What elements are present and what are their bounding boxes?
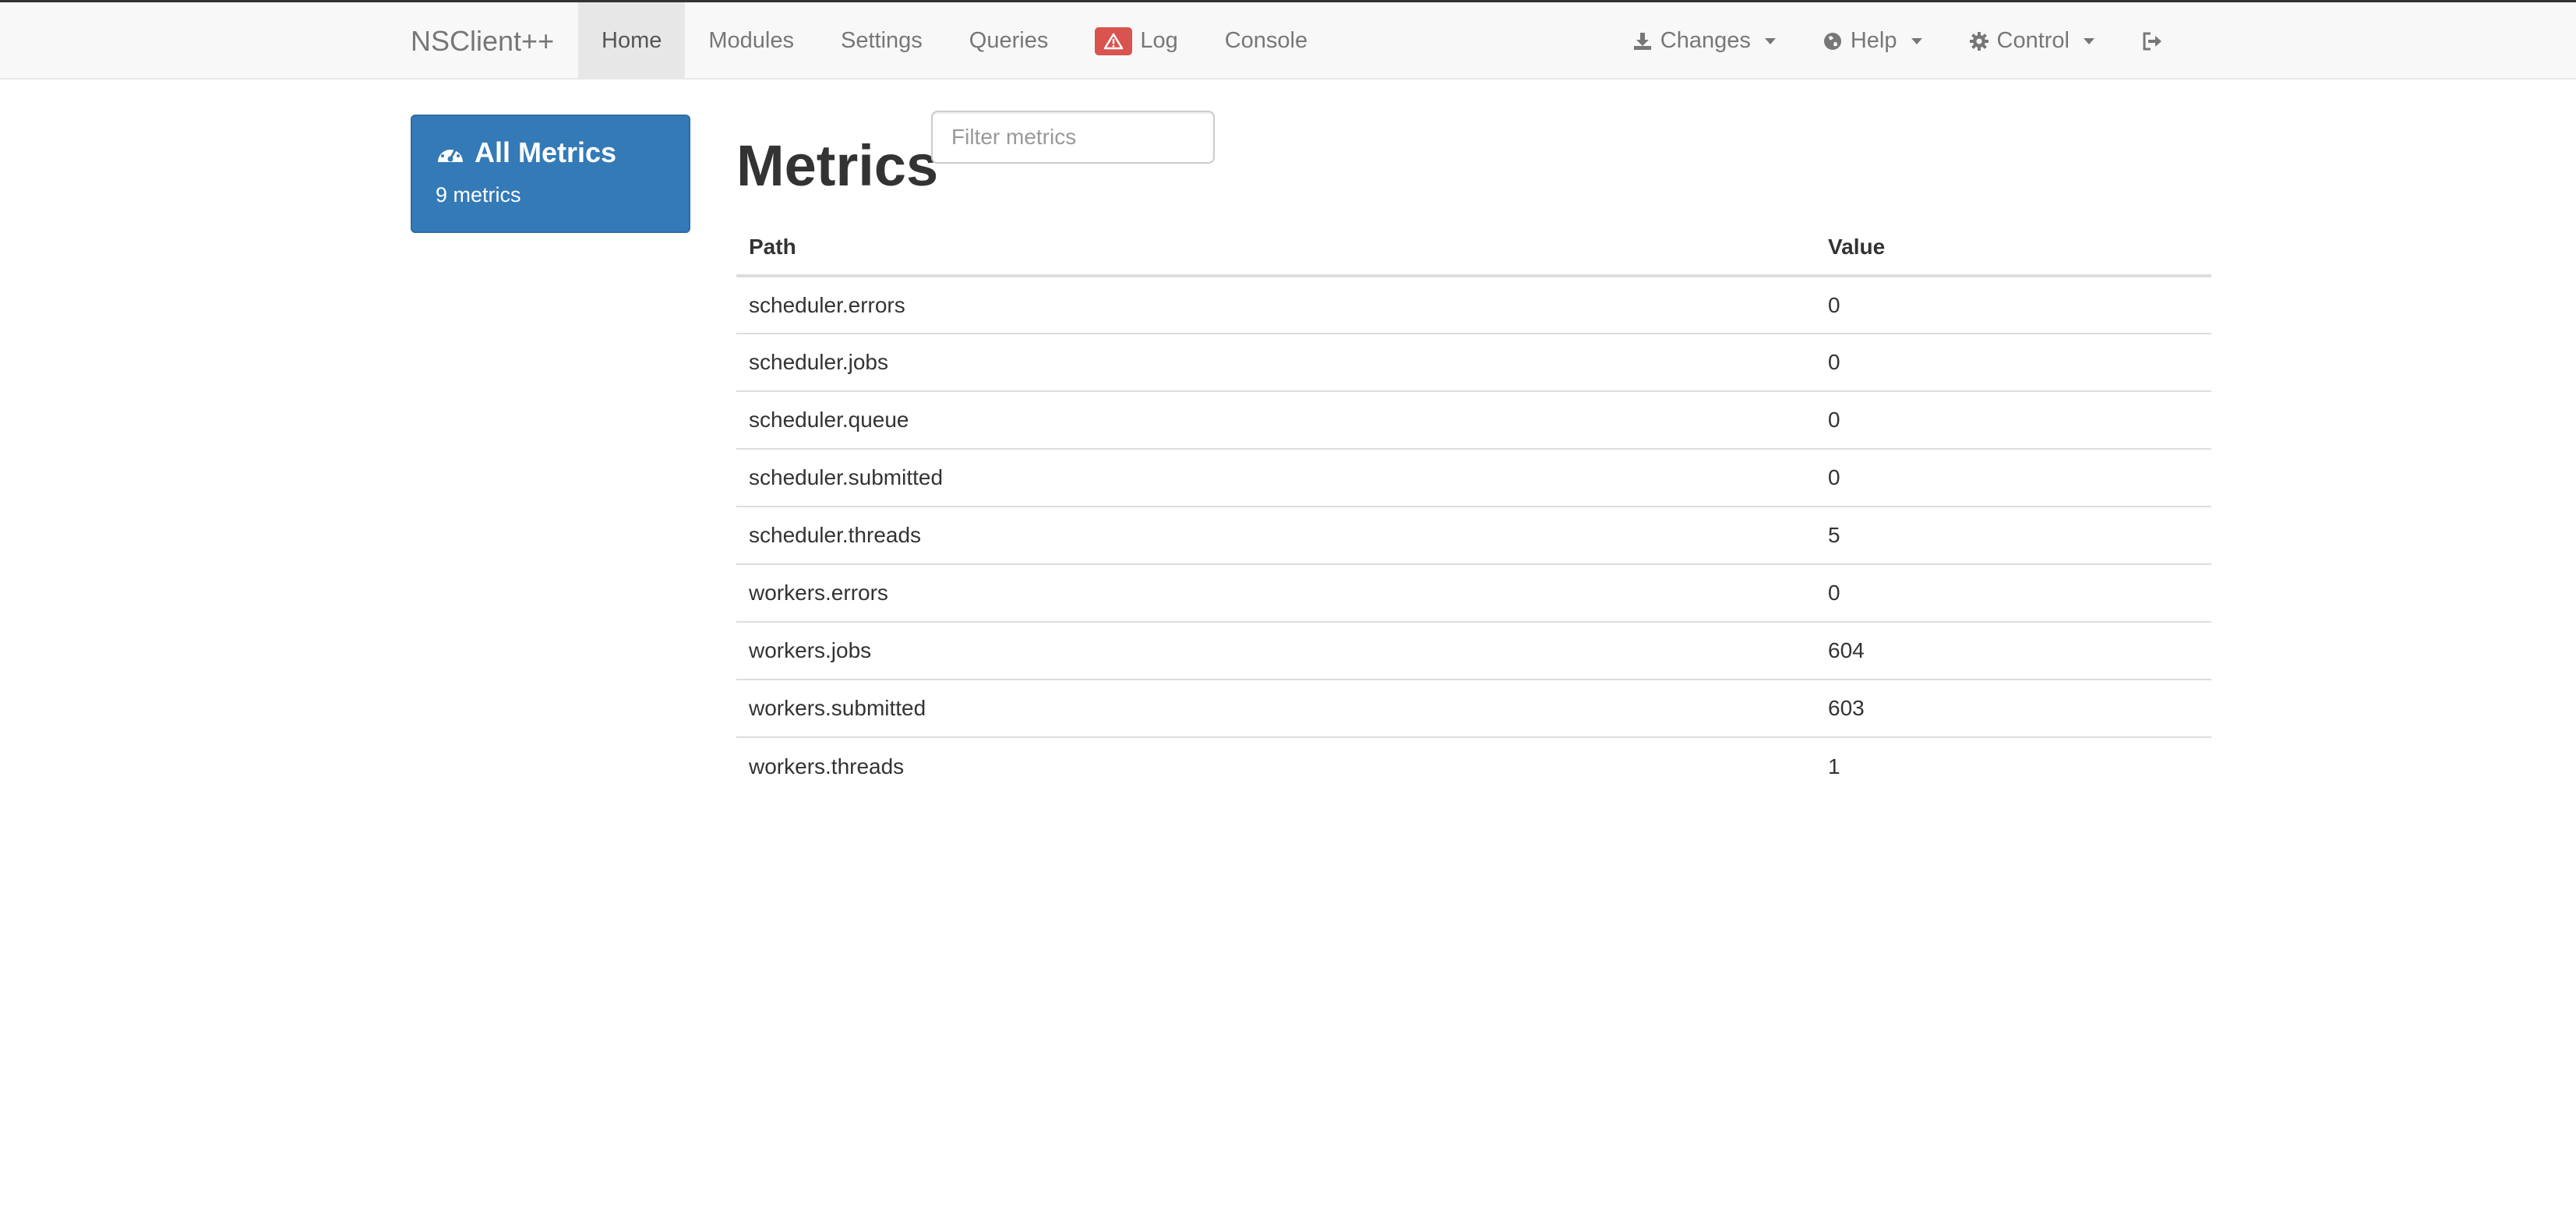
table-row[interactable]: scheduler.jobs 0 [736,333,2211,391]
metric-path: workers.errors [736,563,1816,622]
logout-button[interactable] [2118,2,2186,79]
metric-value: 0 [1828,292,1840,317]
sidebar-all-metrics[interactable]: All Metrics 9 metrics [411,115,690,233]
nav-queries-label: Queries [969,28,1049,53]
metric-value: 0 [1816,448,2211,507]
metric-path: scheduler.submitted [736,448,1816,507]
nav-settings[interactable]: Settings [817,2,946,79]
sidebar-title: All Metrics [436,136,665,169]
nav-settings-label: Settings [840,28,923,53]
table-row[interactable]: scheduler.queue 0 [736,390,2211,449]
nav-console[interactable]: Console [1202,2,1331,79]
metric-path: workers.jobs [736,621,1816,680]
nav-control-dropdown[interactable]: Control [1946,2,2119,79]
table-row[interactable]: scheduler.threads 5 [736,506,2211,564]
table-row[interactable]: scheduler.errors 0 [736,276,2211,334]
download-icon [1633,32,1651,50]
nav-console-label: Console [1224,28,1308,53]
chevron-down-icon [1764,37,1776,44]
nav-home[interactable]: Home [578,2,686,79]
metric-value: 0 [1816,563,2211,622]
metric-path: scheduler.queue [736,390,1816,449]
nav-changes-dropdown[interactable]: Changes [1609,2,1799,79]
metric-path: scheduler.threads [736,506,1816,564]
metrics-table: Path Value scheduler.errors 0 scheduler.… [736,220,2211,795]
nav-right: Changes Help Control [1609,2,2576,79]
metric-path: workers.submitted [736,679,1816,737]
navbar: NSClient++ Home Modules Settings Queries… [0,2,2576,79]
nav-left: Home Modules Settings Queries Log Consol… [578,2,1331,79]
nav-help-dropdown[interactable]: Help [1799,2,1946,79]
nav-control-label: Control [1996,28,2070,53]
metric-value: 603 [1816,679,2211,737]
metric-value: 0 [1816,333,2211,391]
nav-help-label: Help [1850,28,1897,53]
filter-metrics-input[interactable] [931,111,1215,164]
nav-queries[interactable]: Queries [946,2,1072,79]
brand-link[interactable]: NSClient++ [411,2,554,79]
table-row[interactable]: workers.submitted 603 [736,679,2211,737]
logout-icon [2143,32,2161,50]
gear-icon [1969,31,1988,51]
metric-value: 604 [1816,621,2211,680]
nav-modules[interactable]: Modules [685,2,817,79]
globe-icon [1823,32,1841,50]
metric-path: scheduler.errors [749,292,905,317]
table-row[interactable]: workers.errors 0 [736,563,2211,622]
metric-path: scheduler.jobs [736,333,1816,391]
nav-modules-label: Modules [708,28,794,53]
nav-changes-label: Changes [1660,28,1751,53]
metric-path: workers.threads [736,736,1816,795]
metric-value: 0 [1816,390,2211,449]
nav-home-label: Home [602,28,662,53]
nav-log-label: Log [1140,28,1178,53]
warning-icon [1104,33,1124,49]
metric-value: 1 [1816,736,2211,795]
metric-value: 5 [1816,506,2211,564]
table-header-row: Path Value [736,220,2211,277]
chevron-down-icon [1911,37,1922,44]
table-row[interactable]: workers.jobs 604 [736,621,2211,680]
table-row[interactable]: workers.threads 1 [736,736,2211,795]
table-row[interactable]: scheduler.submitted 0 [736,448,2211,507]
column-header-path[interactable]: Path [736,220,1816,277]
chevron-down-icon [2084,37,2094,44]
log-warning-badge [1095,26,1133,55]
sidebar-title-label: All Metrics [475,136,617,168]
dashboard-icon [438,144,463,162]
sidebar-metric-count: 9 metrics [436,183,521,207]
column-header-value[interactable]: Value [1816,220,2211,277]
page-title: Metrics [736,133,939,198]
nav-log[interactable]: Log [1071,2,1201,79]
